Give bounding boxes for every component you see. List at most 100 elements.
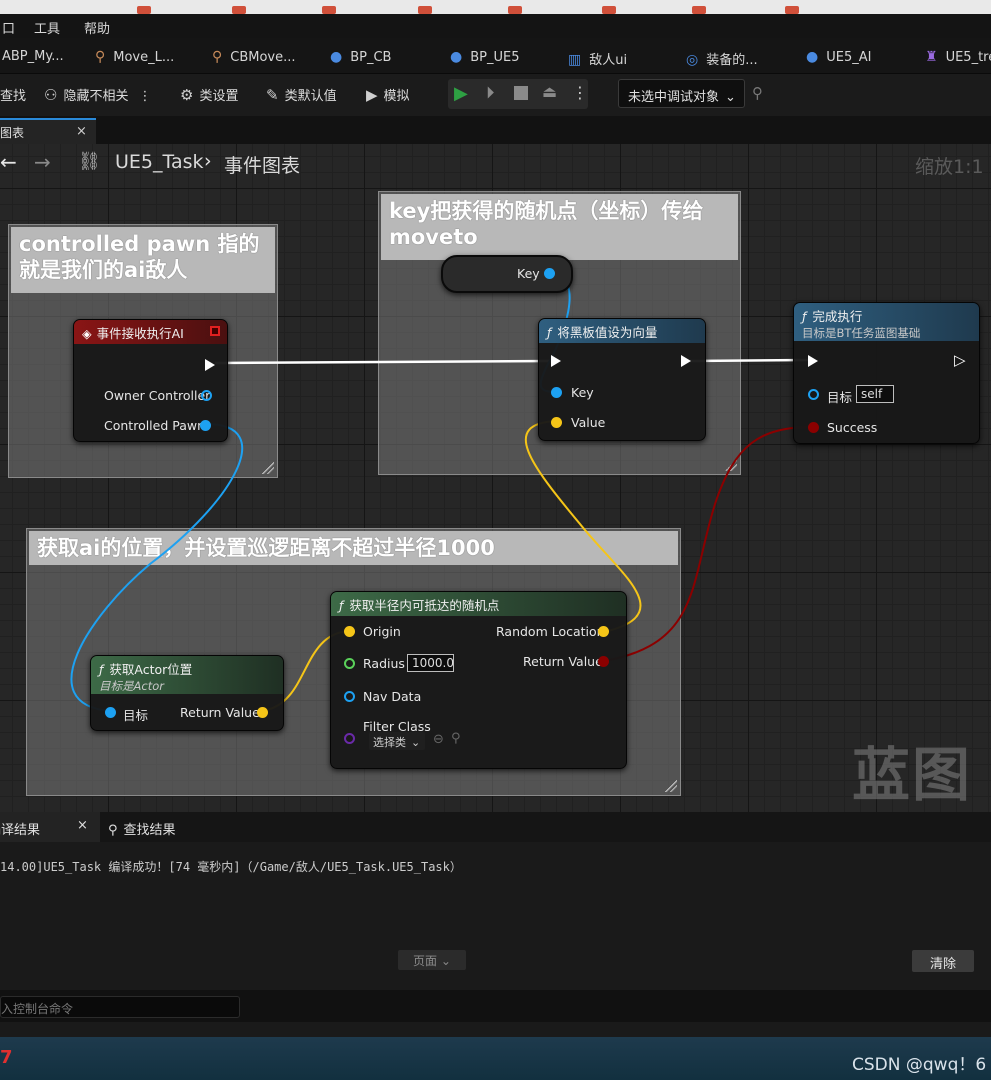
delegate-pin-icon[interactable] [210, 326, 220, 336]
radius-pin[interactable] [344, 658, 355, 669]
set-blackboard-value-as-vector-node[interactable]: ƒ 将黑板值设为向量 Key Value [538, 318, 706, 441]
more-options-icon[interactable]: ⋮ [572, 83, 588, 102]
asset-tab[interactable]: ⚲ Move_L... [95, 49, 174, 65]
more-options-icon[interactable]: ⋮ [138, 89, 151, 104]
play-controls: ▶ ⏵ ⏏ ⋮ [448, 79, 588, 109]
bool-wire [603, 426, 814, 662]
exec-in-pin[interactable] [551, 355, 561, 367]
hide-unrelated-button[interactable]: ⚇ 隐藏不相关 ⋮ [44, 85, 151, 104]
behavior-tree-icon: ♜ [925, 49, 938, 65]
clear-button[interactable]: 清除 [912, 950, 974, 972]
menu-item-tools[interactable]: 工具 [34, 18, 60, 37]
asset-tab[interactable]: ABP_My... [2, 49, 64, 64]
asset-tab[interactable]: ● UE5_AI [806, 49, 871, 65]
target-value-field[interactable]: self [856, 385, 894, 403]
simulate-icon: ▶ [366, 86, 378, 104]
browser-tab-icon[interactable] [232, 6, 246, 14]
return-value-pin[interactable] [257, 707, 268, 718]
simulate-button[interactable]: ▶ 模拟 [366, 85, 410, 104]
filter-class-select[interactable]: 选择类 ⌄ [369, 732, 425, 750]
success-pin[interactable] [808, 422, 819, 433]
node-subtitle: 目标是BT任务蓝图基础 [802, 326, 921, 340]
key-pin[interactable] [551, 387, 562, 398]
gear-icon: ⚙ [180, 86, 194, 104]
chevron-down-icon: ⌄ [411, 736, 421, 749]
menu-item-help[interactable]: 帮助 [84, 18, 110, 37]
key-variable-node[interactable]: Key [441, 255, 573, 293]
asset-tab[interactable]: ▥ 敌人ui [568, 49, 627, 68]
get-random-reachable-point-node[interactable]: ƒ 获取半径内可抵达的随机点 Origin Random Location Rad… [330, 591, 627, 769]
app-icon[interactable]: 7 [0, 1047, 13, 1068]
tab-event-graph[interactable]: 图表 × [0, 118, 96, 144]
stop-icon[interactable] [514, 86, 528, 100]
console-input[interactable]: 入控制台命令 [0, 996, 240, 1018]
use-selected-icon[interactable]: ⊖ [433, 732, 444, 747]
taskbar: 7 [0, 1037, 991, 1080]
search-icon: ⚲ [108, 823, 118, 838]
debug-object-select[interactable]: 未选中调试对象 ⌄ [618, 79, 745, 108]
function-icon: ƒ [547, 325, 552, 340]
chevron-down-icon: ⌄ [440, 954, 451, 968]
blueprint-watermark: 蓝图 [852, 741, 973, 809]
menu-bar: 口 工具 帮助 [0, 14, 991, 38]
chevron-down-icon: ⌄ [725, 90, 736, 105]
asset-tab[interactable]: ♜UE5_tre [925, 49, 991, 65]
hide-unrelated-icon: ⚇ [44, 86, 58, 104]
browse-icon[interactable]: ⚲ [451, 731, 461, 746]
tab-find-results[interactable]: ⚲ 查找结果 [108, 819, 176, 838]
close-icon[interactable]: × [76, 124, 87, 139]
class-settings-button[interactable]: ⚙ 类设置 [180, 85, 238, 104]
character-icon: ⚲ [95, 49, 106, 65]
asset-tab[interactable]: ⚲ CBMove... [212, 49, 296, 65]
node-header: ◈ 事件接收执行AI [74, 320, 227, 344]
nav-data-pin[interactable] [344, 691, 355, 702]
controlled-pawn-pin[interactable] [200, 420, 211, 431]
event-icon: ◈ [82, 326, 92, 341]
browser-tab-icon[interactable] [785, 6, 799, 14]
event-receive-execute-ai-node[interactable]: ◈ 事件接收执行AI Owner Controller Controlled Pa… [73, 319, 228, 442]
asset-tab[interactable]: ● BP_UE5 [450, 49, 519, 65]
tab-compiler-results[interactable]: 编译结果 × [0, 812, 100, 842]
page-button[interactable]: 页面 ⌄ [398, 950, 466, 970]
document-tab-strip [0, 116, 991, 144]
target-pin[interactable] [105, 707, 116, 718]
target-pin[interactable] [808, 389, 819, 400]
component-icon: ◎ [686, 52, 699, 68]
close-icon[interactable]: × [77, 818, 88, 833]
filter-class-pin[interactable] [344, 733, 355, 744]
browser-tab-icon[interactable] [418, 6, 432, 14]
asset-tab[interactable]: ● BP_CB [330, 49, 391, 65]
step-icon[interactable]: ⏵ [486, 83, 495, 103]
radius-value-field[interactable]: 1000.0 [407, 654, 454, 672]
owner-controller-pin[interactable] [201, 390, 212, 401]
value-pin[interactable] [551, 417, 562, 428]
debug-find-icon[interactable]: ⚲ [752, 84, 763, 102]
browser-tab-icon[interactable] [137, 6, 151, 14]
play-icon[interactable]: ▶ [454, 83, 468, 104]
key-variable-out-pin[interactable] [544, 268, 555, 279]
finish-execute-node[interactable]: ƒ 完成执行 目标是BT任务蓝图基础 ▷ 目标 self Success [793, 302, 980, 444]
graph-canvas[interactable]: ← → ⛓ UE5_Task › 事件图表 缩放1:1 controlled p… [0, 144, 991, 812]
browser-tab-icon[interactable] [508, 6, 522, 14]
exec-out-pin[interactable] [205, 359, 215, 371]
find-button[interactable]: 查找 [0, 85, 26, 104]
target-pin-label: 目标 [123, 708, 149, 723]
eject-icon[interactable]: ⏏ [542, 82, 557, 101]
browser-tab-icon[interactable] [692, 6, 706, 14]
radius-pin-label: Radius [363, 656, 405, 671]
browser-tab-icon[interactable] [322, 6, 336, 14]
pawn-icon: ● [330, 49, 343, 65]
random-location-pin-label: Random Location [496, 624, 605, 639]
get-actor-location-node[interactable]: ƒ 获取Actor位置 目标是Actor 目标 Return Value [90, 655, 284, 731]
random-location-pin[interactable] [598, 626, 609, 637]
exec-out-hollow-icon: ▷ [954, 351, 966, 369]
return-value-pin[interactable] [598, 656, 609, 667]
class-defaults-button[interactable]: ✎ 类默认值 [266, 85, 337, 104]
menu-item-window[interactable]: 口 [2, 18, 15, 37]
asset-tab[interactable]: ◎ 装备的... [686, 49, 758, 68]
exec-in-pin[interactable] [808, 355, 818, 367]
pawn-icon: ● [806, 49, 819, 65]
origin-pin[interactable] [344, 626, 355, 637]
browser-tab-icon[interactable] [602, 6, 616, 14]
exec-out-pin[interactable] [681, 355, 691, 367]
